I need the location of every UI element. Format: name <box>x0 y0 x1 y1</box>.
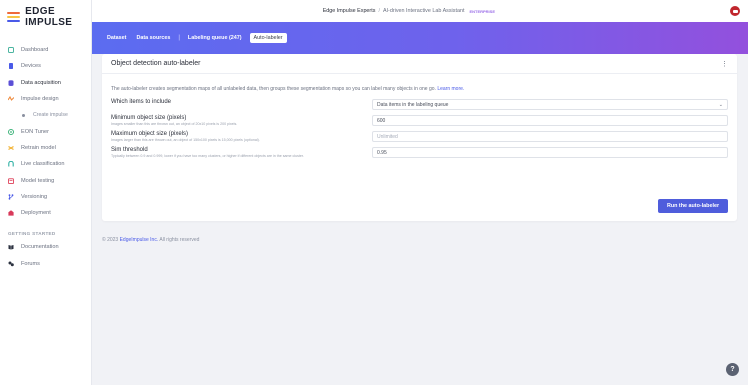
devices-icon <box>8 63 14 70</box>
card-description: The auto-labeler creates segmentation ma… <box>111 86 728 92</box>
chevron-down-icon: ⌄ <box>718 101 723 108</box>
card-header: Object detection auto-labeler ⋮ <box>102 54 737 74</box>
include-row: Which items to include Data items in the… <box>111 99 728 110</box>
sidebar-item-versioning[interactable]: Versioning <box>0 189 91 205</box>
top-bar: Edge Impulse Experts / AI-driven Interac… <box>92 0 748 22</box>
sidebar-item-label: Create impulse <box>33 112 68 119</box>
sidebar-item-label: Live classification <box>21 161 65 168</box>
avatar-icon <box>732 9 738 13</box>
min-size-label-group: Minimum object size (pixels) Images smal… <box>111 115 361 126</box>
data-icon <box>8 79 14 86</box>
live-icon <box>8 161 14 167</box>
sidebar-item-data-acquisition[interactable]: Data acquisition <box>0 75 91 91</box>
sim-threshold-row: Sim threshold Typically between 0.9 and … <box>111 147 728 158</box>
sidebar-item-label: Forums <box>21 260 40 267</box>
card-menu-icon[interactable]: ⋮ <box>721 60 728 68</box>
include-label: Which items to include <box>111 99 172 105</box>
breadcrumb-separator: / <box>378 8 380 14</box>
sidebar-item-devices[interactable]: Devices <box>0 58 91 74</box>
tab-labeling-queue[interactable]: Labeling queue (247) <box>186 33 244 43</box>
max-size-input[interactable]: Unlimited <box>372 131 728 142</box>
section-title-getting-started: GETTING STARTED <box>8 230 56 236</box>
min-size-input[interactable]: 600 <box>372 115 728 126</box>
tab-separator: | <box>178 35 180 41</box>
auto-labeler-card: Object detection auto-labeler ⋮ The auto… <box>102 54 737 221</box>
sidebar: EDGE IMPULSE Dashboard Devices Data acqu… <box>0 0 92 385</box>
brand-logo[interactable]: EDGE IMPULSE <box>0 0 91 33</box>
tab-data-sources[interactable]: Data sources <box>134 33 172 43</box>
copyright-year: © 2023 <box>102 237 119 243</box>
footer: © 2023 EdgeImpulse Inc. All rights reser… <box>102 237 199 243</box>
max-size-label-group: Maximum object size (pixels) Images larg… <box>111 131 361 142</box>
min-size-value: 600 <box>377 117 386 124</box>
enterprise-badge: ENTERPRISE <box>469 8 495 14</box>
sim-threshold-label: Sim threshold <box>111 147 148 153</box>
sidebar-item-impulse-design[interactable]: Impulse design <box>0 91 91 107</box>
tab-bar: Dataset Data sources | Labeling queue (2… <box>105 33 287 43</box>
sidebar-item-label: EON Tuner <box>21 128 49 135</box>
sidebar-item-label: Data acquisition <box>21 79 61 86</box>
sidebar-item-label: Deployment <box>21 210 51 217</box>
documentation-icon <box>8 244 14 250</box>
min-size-label: Minimum object size (pixels) <box>111 115 187 121</box>
sim-threshold-value: 0.95 <box>377 149 387 156</box>
sidebar-item-retrain-model[interactable]: Retrain model <box>0 140 91 156</box>
sidebar-item-documentation[interactable]: Documentation <box>0 239 91 255</box>
min-size-hint: Images smaller than this are thrown out,… <box>111 122 238 126</box>
sidebar-item-model-testing[interactable]: Model testing <box>0 172 91 188</box>
description-text: The auto-labeler creates segmentation ma… <box>111 86 436 92</box>
versioning-icon <box>8 194 14 200</box>
sidebar-item-deployment[interactable]: Deployment <box>0 205 91 221</box>
sidebar-item-label: Model testing <box>21 177 55 184</box>
sim-threshold-hint: Typically between 0.9 and 0.999, lower i… <box>111 154 304 158</box>
project-breadcrumb: Edge Impulse Experts / AI-driven Interac… <box>323 8 495 14</box>
deployment-icon <box>8 210 14 216</box>
sim-threshold-input[interactable]: 0.95 <box>372 147 728 158</box>
run-auto-labeler-button[interactable]: Run the auto-labeler <box>658 199 728 213</box>
include-select[interactable]: Data items in the labeling queue ⌄ <box>372 99 728 110</box>
sidebar-item-eon-tuner[interactable]: EON Tuner <box>0 123 91 139</box>
brand-name: EDGE IMPULSE <box>25 5 73 28</box>
sidebar-item-label: Documentation <box>21 244 59 251</box>
impulse-icon <box>8 96 14 102</box>
max-size-row: Maximum object size (pixels) Images larg… <box>111 131 728 142</box>
tuner-icon <box>8 128 14 135</box>
dot-icon <box>20 112 26 118</box>
sim-threshold-label-group: Sim threshold Typically between 0.9 and … <box>111 147 361 158</box>
user-avatar[interactable] <box>730 6 740 16</box>
edge-impulse-logo-icon <box>7 11 21 22</box>
include-select-value: Data items in the labeling queue <box>377 101 449 108</box>
dashboard-icon <box>8 47 14 54</box>
tab-auto-labeler[interactable]: Auto-labeler <box>249 33 287 43</box>
sidebar-nav: Dashboard Devices Data acquisition Impul… <box>0 33 91 272</box>
include-label-group: Which items to include <box>111 99 361 105</box>
tab-dataset[interactable]: Dataset <box>105 33 128 43</box>
card-title: Object detection auto-labeler <box>111 60 201 67</box>
max-size-label: Maximum object size (pixels) <box>111 131 189 137</box>
help-icon[interactable]: ? <box>726 363 739 376</box>
forums-icon <box>8 261 14 267</box>
min-size-row: Minimum object size (pixels) Images smal… <box>111 115 728 126</box>
sidebar-item-dashboard[interactable]: Dashboard <box>0 42 91 58</box>
project-name[interactable]: Edge Impulse Experts <box>323 8 376 14</box>
sidebar-item-label: Devices <box>21 63 41 70</box>
sidebar-item-label: Dashboard <box>21 47 49 54</box>
sidebar-item-create-impulse[interactable]: Create impulse <box>0 107 91 123</box>
copyright-text: All rights reserved <box>159 237 200 243</box>
max-size-hint: Images larger than this are thrown out, … <box>111 138 260 142</box>
max-size-placeholder: Unlimited <box>377 133 398 140</box>
project-subtitle: AI-driven Interactive Lab Assistant <box>382 8 465 14</box>
sidebar-item-label: Impulse design <box>21 96 59 103</box>
sidebar-item-label: Retrain model <box>21 144 56 151</box>
company-link[interactable]: EdgeImpulse Inc. <box>120 237 159 243</box>
sidebar-item-live-classification[interactable]: Live classification <box>0 156 91 172</box>
sidebar-item-forums[interactable]: Forums <box>0 256 91 272</box>
sidebar-item-label: Versioning <box>21 193 48 200</box>
learn-more-link[interactable]: Learn more. <box>437 86 464 92</box>
card-body: The auto-labeler creates segmentation ma… <box>102 74 737 158</box>
testing-icon <box>8 177 14 184</box>
retrain-icon <box>8 145 14 151</box>
